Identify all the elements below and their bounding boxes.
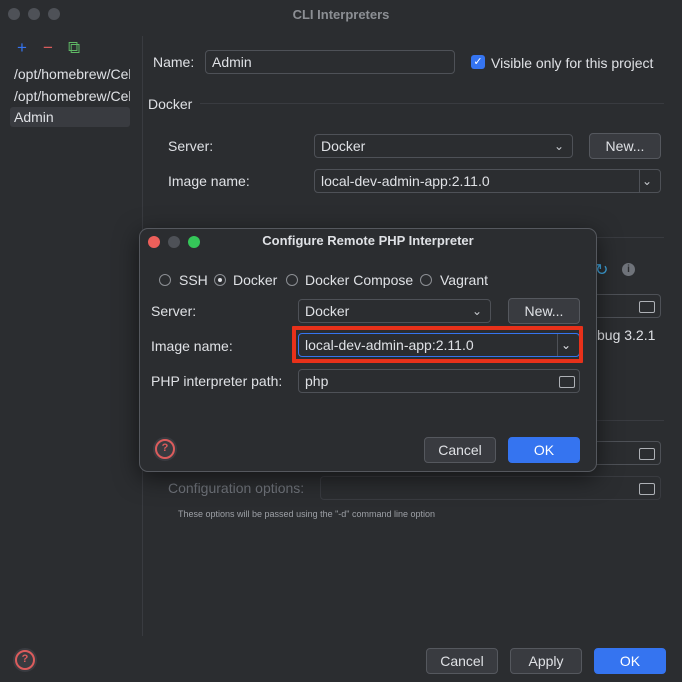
folder-icon[interactable]: [639, 483, 655, 495]
configuration-options-field[interactable]: [320, 476, 661, 500]
docker-section-title: Docker: [148, 96, 193, 112]
visible-checkbox[interactable]: ✓: [471, 55, 485, 69]
section-divider: [595, 237, 664, 238]
interpreter-item[interactable]: /opt/homebrew/Cellar: [14, 86, 130, 106]
help-icon: ?: [15, 650, 35, 670]
dialog-new-server-button[interactable]: New...: [508, 298, 580, 324]
docker-compose-radio[interactable]: [286, 274, 298, 286]
server-select[interactable]: Docker ⌄: [314, 134, 573, 158]
configuration-options-hint: These options will be passed using the "…: [178, 509, 436, 519]
folder-icon[interactable]: [559, 376, 575, 388]
interpreter-path-field[interactable]: [595, 294, 661, 318]
help-button[interactable]: ?: [13, 648, 37, 672]
dialog-server-label: Server:: [151, 303, 197, 319]
image-name-highlight: [292, 326, 583, 363]
dialog-image-name-label: Image name:: [151, 338, 233, 354]
dialog-cancel-button[interactable]: Cancel: [424, 437, 496, 463]
image-name-value: local-dev-admin-app:2.11.0: [321, 173, 490, 189]
php-interpreter-path-field[interactable]: php: [298, 369, 580, 393]
visible-only-label: Visible only for this project: [491, 55, 654, 71]
interpreter-item-admin[interactable]: Admin: [10, 107, 130, 127]
window-title: CLI Interpreters: [292, 7, 390, 22]
ok-button[interactable]: OK: [594, 648, 666, 674]
remove-icon[interactable]: −: [43, 38, 53, 58]
section-divider: [595, 420, 664, 421]
server-value: Docker: [321, 138, 366, 154]
dialog-server-select[interactable]: Docker ⌄: [298, 299, 491, 323]
dialog-help-button[interactable]: ?: [153, 437, 177, 461]
new-server-button[interactable]: New...: [589, 133, 661, 159]
help-icon: ?: [155, 439, 175, 459]
image-name-combo[interactable]: local-dev-admin-app:2.11.0 ⌄: [314, 169, 661, 193]
docker-compose-radio-label[interactable]: Docker Compose: [305, 272, 413, 288]
add-icon[interactable]: +: [17, 38, 27, 58]
php-interpreter-path-value: php: [305, 373, 329, 389]
ssh-radio-label[interactable]: SSH: [179, 272, 208, 288]
docker-radio[interactable]: [214, 274, 226, 286]
info-icon: i: [622, 263, 635, 276]
chevron-down-icon: ⌄: [553, 139, 564, 153]
interpreter-list-panel: + − ⧉ /opt/homebrew/Cellar /opt/homebrew…: [0, 36, 143, 636]
configuration-options-label: Configuration options:: [168, 480, 305, 496]
image-name-label: Image name:: [168, 173, 250, 189]
interpreter-item[interactable]: /opt/homebrew/Cellar: [14, 64, 130, 84]
name-label: Name:: [153, 54, 195, 70]
section-divider: [200, 103, 664, 104]
vagrant-radio[interactable]: [420, 274, 432, 286]
combo-divider: [639, 170, 640, 192]
chevron-down-icon: ⌄: [471, 304, 482, 318]
dialog-title: Configure Remote PHP Interpreter: [262, 233, 474, 248]
dialog-ok-button[interactable]: OK: [508, 437, 580, 463]
chevron-down-icon[interactable]: ⌄: [642, 170, 652, 192]
copy-icon[interactable]: ⧉: [68, 38, 80, 58]
folder-icon[interactable]: [639, 448, 655, 460]
folder-icon[interactable]: [639, 301, 655, 313]
debugger-version-text: bug 3.2.1: [597, 327, 656, 343]
cancel-button[interactable]: Cancel: [426, 648, 498, 674]
vagrant-radio-label[interactable]: Vagrant: [440, 272, 488, 288]
docker-radio-label[interactable]: Docker: [233, 272, 277, 288]
refresh-icon[interactable]: ↻: [595, 260, 608, 280]
apply-button[interactable]: Apply: [510, 648, 582, 674]
name-field[interactable]: Admin: [205, 50, 455, 74]
dialog-server-value: Docker: [305, 303, 350, 319]
ssh-radio[interactable]: [159, 274, 171, 286]
extra-path-field[interactable]: [595, 441, 661, 465]
server-label: Server:: [168, 138, 214, 154]
php-interpreter-path-label: PHP interpreter path:: [151, 373, 283, 389]
